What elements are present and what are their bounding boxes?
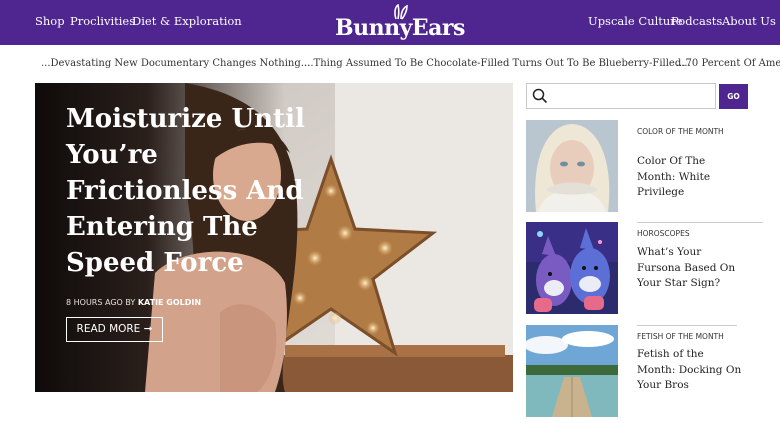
- divider: [637, 325, 737, 326]
- search-icon: [532, 88, 548, 104]
- nav-link-podcasts[interactable]: Podcasts: [671, 14, 722, 28]
- article-category[interactable]: COLOR OF THE MONTH: [637, 126, 737, 137]
- hero-timestamp: 8 HOURS AGO BY: [66, 298, 136, 307]
- article-thumbnail: [526, 120, 618, 212]
- bunny-ears-icon: [394, 4, 408, 20]
- article-thumbnail: [526, 222, 618, 314]
- search-bar: [526, 83, 716, 109]
- nav-link-diet-exploration[interactable]: Diet & Exploration: [132, 14, 242, 28]
- hero-byline: 8 HOURS AGO BY KATIE GOLDIN: [66, 298, 201, 307]
- hero-headline[interactable]: Moisturize Until You’re Frictionless And…: [66, 101, 306, 281]
- article-title[interactable]: Color Of The Month: White Privilege: [637, 154, 745, 201]
- article-title[interactable]: Fetish of the Month: Docking On Your Bro…: [637, 347, 745, 394]
- side-article-card[interactable]: HOROSCOPES What’s Your Fursona Based On …: [526, 222, 763, 318]
- featured-article[interactable]: Moisturize Until You’re Frictionless And…: [35, 83, 513, 392]
- nav-link-proclivities[interactable]: Proclivities: [70, 14, 135, 28]
- top-navigation-bar: Shop Proclivities Diet & Exploration Bun…: [0, 0, 780, 45]
- search-input[interactable]: [555, 86, 713, 106]
- read-more-button[interactable]: READ MORE ➞: [66, 317, 163, 342]
- article-thumbnail: [526, 325, 618, 417]
- nav-link-shop[interactable]: Shop: [35, 14, 65, 28]
- ticker-item[interactable]: ...Thing Assumed To Be Chocolate-Filled …: [304, 58, 691, 69]
- article-category[interactable]: HOROSCOPES: [637, 228, 737, 239]
- side-article-card[interactable]: FETISH OF THE MONTH Fetish of the Month:…: [526, 325, 746, 421]
- hero-author[interactable]: KATIE GOLDIN: [138, 298, 201, 307]
- divider: [637, 222, 763, 223]
- ticker-item[interactable]: ...Devastating New Documentary Changes N…: [41, 58, 310, 69]
- site-logo[interactable]: BunnyEars: [333, 4, 465, 42]
- article-category[interactable]: FETISH OF THE MONTH: [637, 331, 737, 342]
- nav-link-about-us[interactable]: About Us: [722, 14, 776, 28]
- article-title[interactable]: What’s Your Fursona Based On Your Star S…: [637, 245, 745, 292]
- search-go-button[interactable]: GO: [719, 84, 748, 109]
- news-ticker: ...Devastating New Documentary Changes N…: [0, 46, 780, 82]
- side-article-card[interactable]: COLOR OF THE MONTH Color Of The Month: W…: [526, 120, 746, 216]
- nav-link-upscale-culture[interactable]: Upscale Culture: [588, 14, 683, 28]
- ticker-item[interactable]: ...70 Percent Of Amer: [676, 58, 780, 69]
